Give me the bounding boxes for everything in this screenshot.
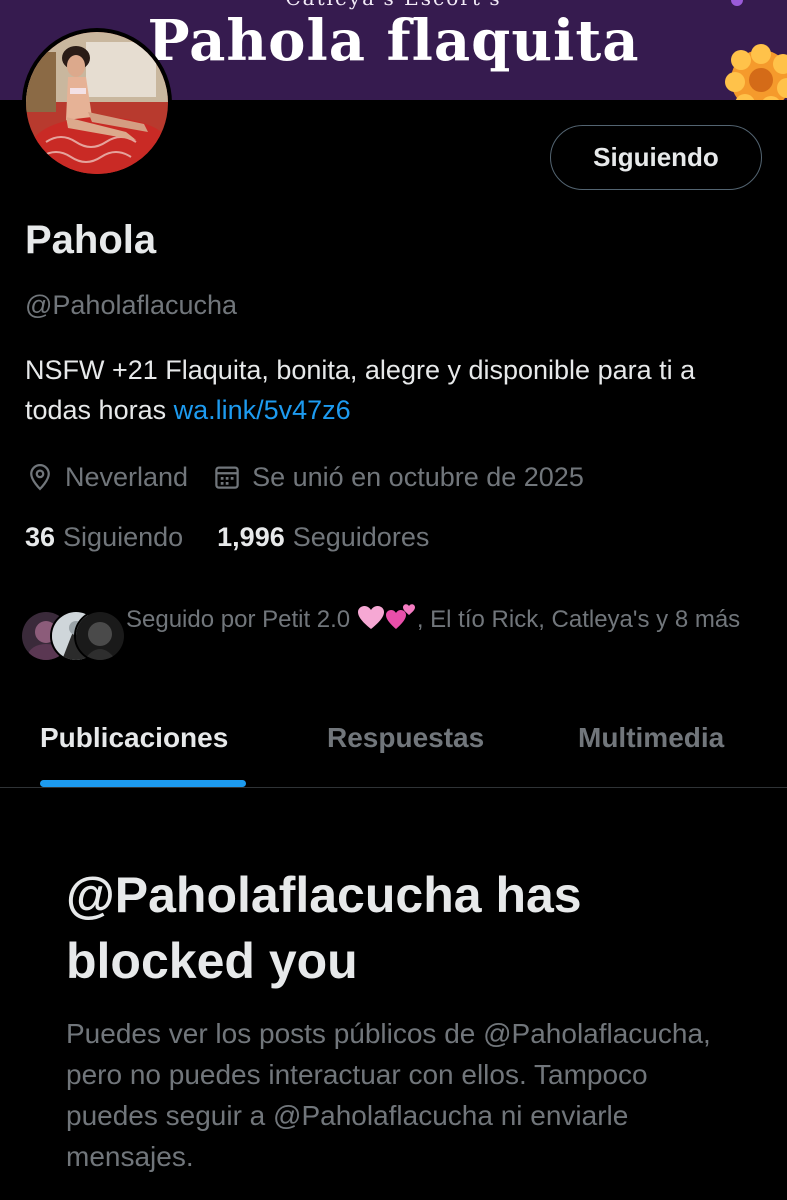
avatar-photo (26, 32, 168, 174)
profile-meta: Neverland Se unió en octubre de 2025 (25, 457, 608, 497)
followed-by-text[interactable]: Seguido por Petit 2.0 , El tío Rick, Cat… (126, 602, 766, 638)
location-pin-icon (30, 463, 50, 491)
joined-text: Se unió en octubre de 2025 (252, 461, 584, 492)
flower-decoration-icon (725, 44, 787, 100)
joined-item: Se unió en octubre de 2025 (212, 462, 584, 493)
followers-stat[interactable]: 1,996 Seguidores (217, 522, 429, 553)
profile-handle: @Paholaflacucha (25, 290, 238, 320)
following-stat[interactable]: 36 Siguiendo (25, 522, 183, 553)
mutual-followers-avatars[interactable] (20, 610, 126, 664)
location-text: Neverland (65, 461, 189, 492)
blocked-title: @Paholaflacucha has blocked you (66, 867, 582, 989)
followers-count: 1,996 (217, 522, 285, 552)
followed-by-suffix: , El tío Rick, Catleya's y 8 más (416, 606, 741, 633)
display-name: Pahola (25, 218, 157, 262)
bio-text: NSFW +21 Flaquita, bonita, alegre y disp… (25, 355, 696, 425)
bio-link[interactable]: wa.link/5v47z6 (174, 395, 351, 425)
location-item: Neverland (25, 462, 188, 493)
profile-page: Catleya's Escort's Pahola flaquita (0, 0, 787, 1200)
tab-respuestas[interactable]: Respuestas (327, 722, 484, 754)
blocked-description: Puedes ver los posts públicos de @Pahola… (66, 1018, 711, 1172)
pink-heart-emoji-icon (357, 606, 384, 629)
active-tab-indicator (40, 780, 246, 787)
profile-avatar[interactable] (22, 28, 172, 178)
follow-stats: 36 Siguiendo 1,996 Seguidores (25, 522, 463, 553)
calendar-icon (215, 466, 239, 489)
profile-bio: NSFW +21 Flaquita, bonita, alegre y disp… (25, 350, 765, 430)
tab-multimedia[interactable]: Multimedia (578, 722, 724, 754)
followers-label: Seguidores (292, 522, 430, 552)
followed-by-prefix: Seguido por Petit 2.0 (126, 606, 357, 633)
following-button[interactable]: Siguiendo (550, 125, 762, 190)
tab-publicaciones[interactable]: Publicaciones (40, 722, 228, 754)
following-count: 36 (25, 522, 56, 552)
profile-tabs: Publicaciones Respuestas Multimedia (0, 700, 787, 788)
two-hearts-emoji-icon (385, 604, 415, 629)
following-label: Siguiendo (63, 522, 184, 552)
mutual-avatar (74, 610, 126, 662)
